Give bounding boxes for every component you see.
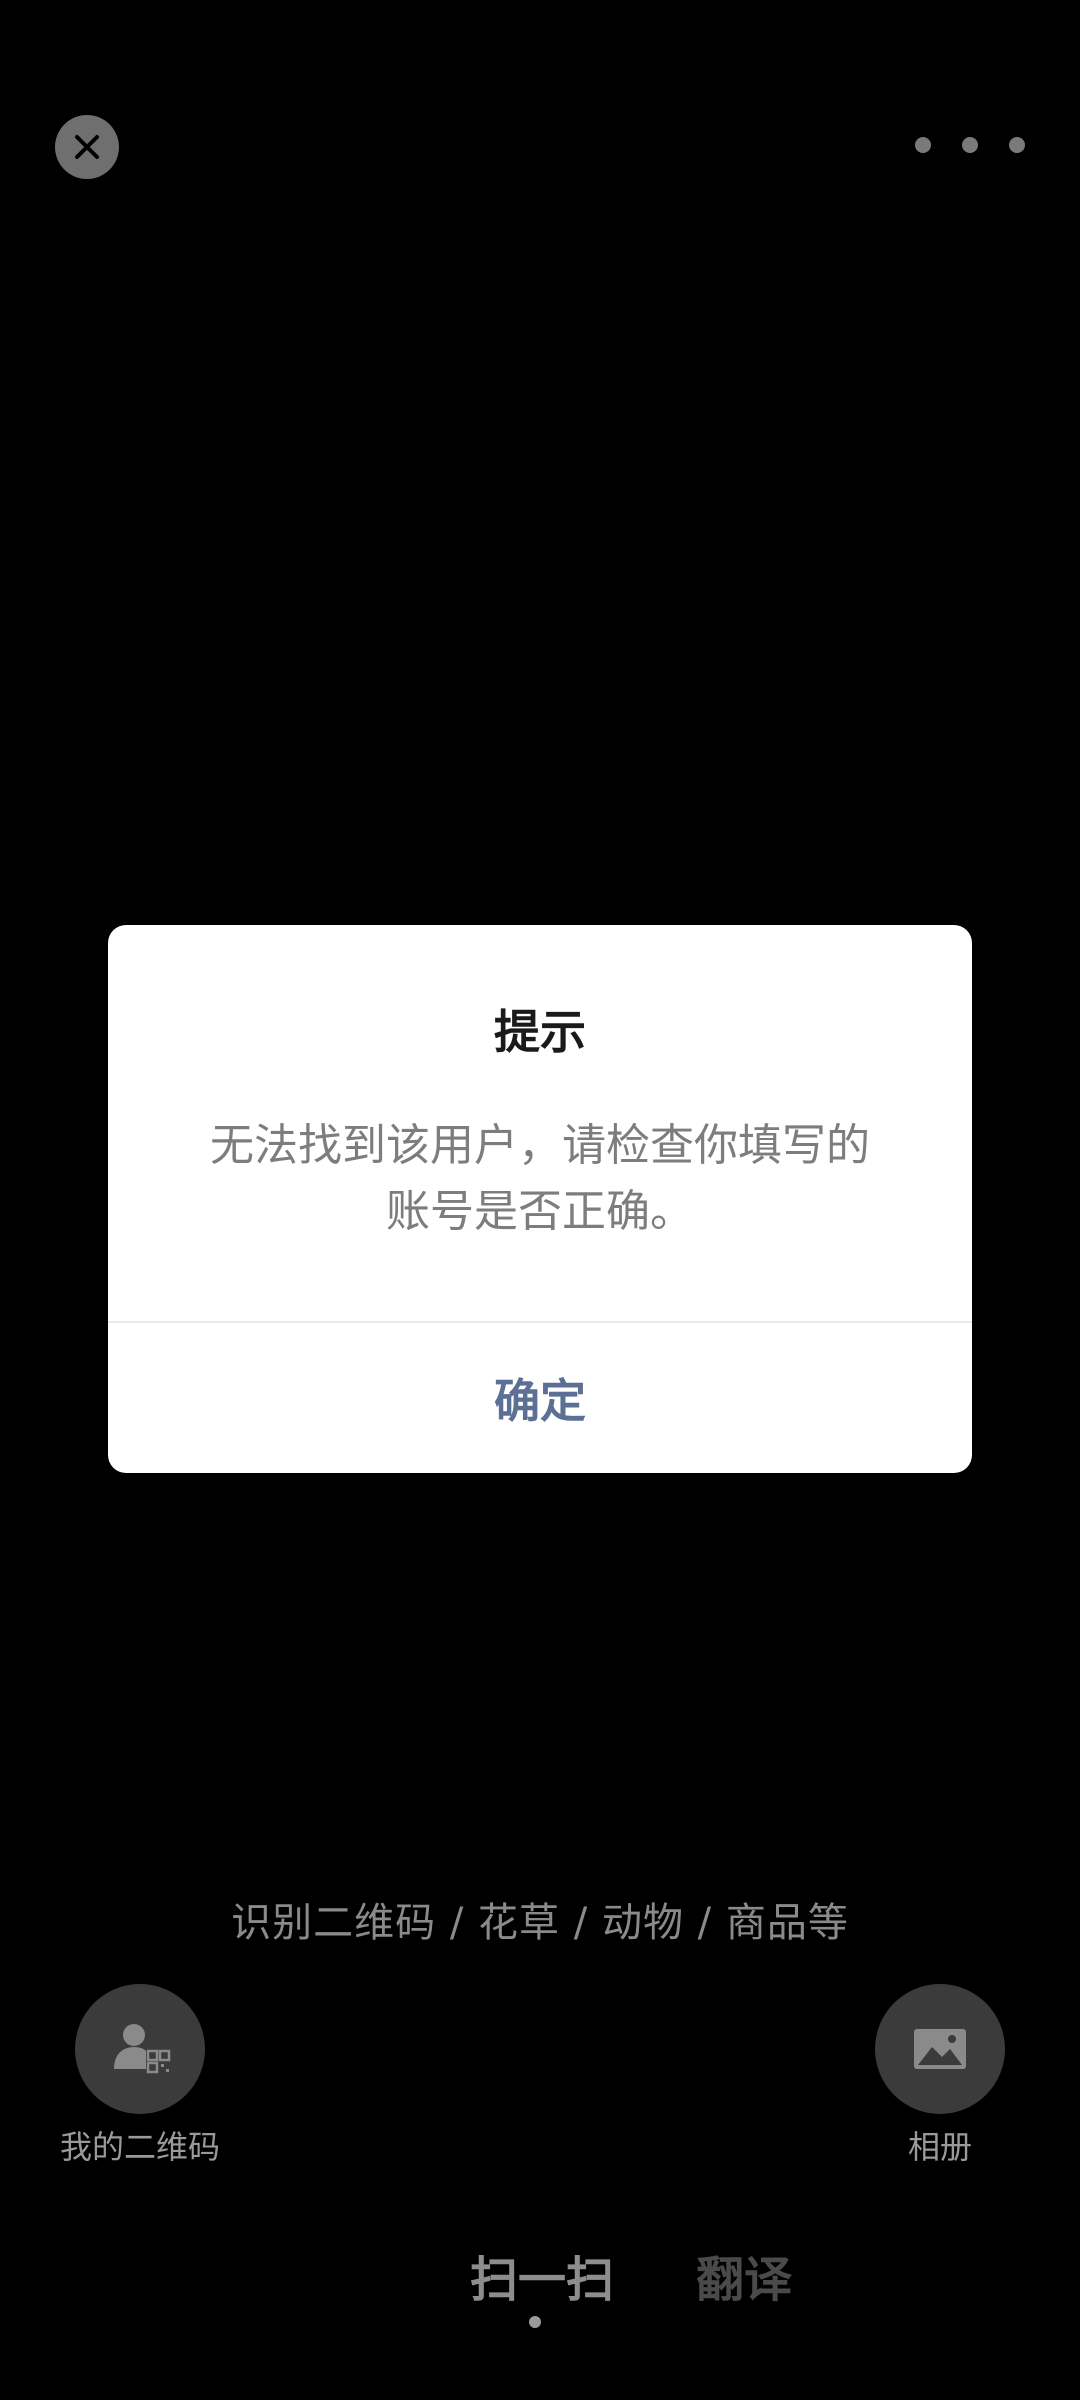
dialog-message-line: 账号是否正确。 bbox=[386, 1186, 694, 1237]
alert-dialog: 提示 无法找到该用户，请检查你填写的 账号是否正确。 确定 bbox=[108, 925, 972, 1473]
close-button[interactable] bbox=[55, 115, 119, 179]
album-label: 相册 bbox=[907, 2128, 972, 2166]
dialog-message-line: 无法找到该用户，请检查你填写的 bbox=[210, 1120, 870, 1171]
my-qr-code-button[interactable] bbox=[75, 1984, 205, 2114]
scanner-screen: 提示 无法找到该用户，请检查你填写的 账号是否正确。 确定 识别二维码 / 花草… bbox=[0, 0, 1080, 2400]
scan-hint-text: 识别二维码 / 花草 / 动物 / 商品等 bbox=[231, 1900, 849, 1946]
confirm-button[interactable]: 确定 bbox=[108, 1323, 972, 1473]
user-qr-icon bbox=[114, 2024, 171, 2074]
image-icon bbox=[914, 2029, 966, 2069]
more-horizontal-icon bbox=[915, 137, 931, 153]
close-icon bbox=[75, 135, 99, 159]
more-button[interactable] bbox=[915, 125, 1025, 165]
more-horizontal-icon bbox=[962, 137, 978, 153]
my-qr-code-label: 我的二维码 bbox=[59, 2128, 220, 2166]
tab-scan[interactable]: 扫一扫 bbox=[470, 2240, 614, 2310]
more-horizontal-icon bbox=[1009, 137, 1025, 153]
dialog-title: 提示 bbox=[494, 1005, 586, 1059]
album-button[interactable] bbox=[875, 1984, 1005, 2114]
dialog-message: 无法找到该用户，请检查你填写的 账号是否正确。 bbox=[188, 1113, 892, 1245]
tab-translate[interactable]: 翻译 bbox=[696, 2240, 792, 2310]
active-tab-indicator bbox=[529, 2316, 541, 2328]
